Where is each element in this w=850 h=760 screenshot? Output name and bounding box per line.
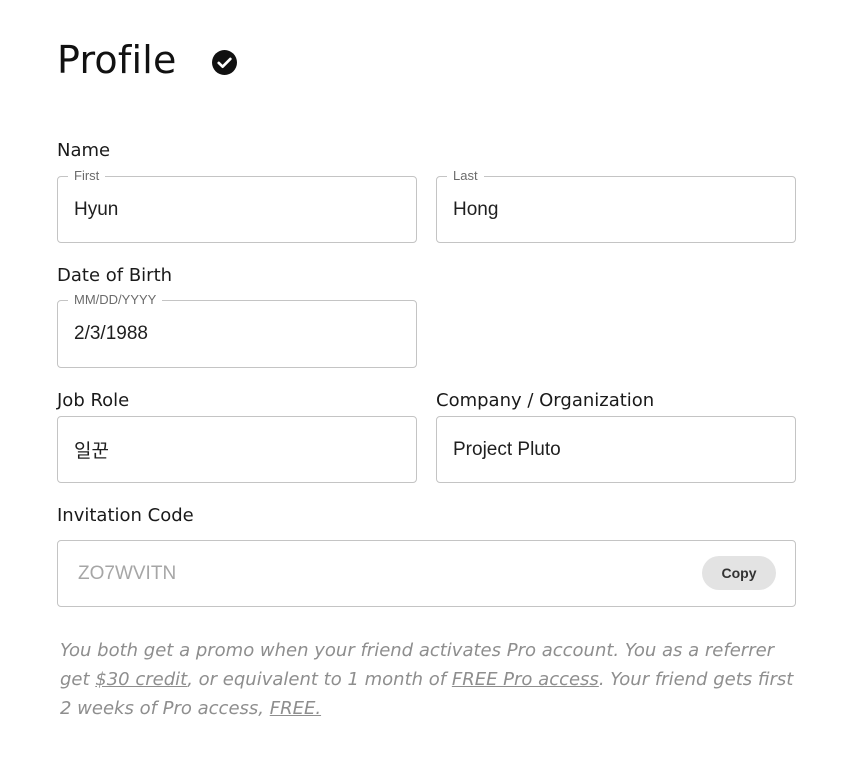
last-name-field[interactable]: Last (436, 168, 796, 243)
company-field[interactable] (436, 416, 796, 483)
dob-field[interactable]: MM/DD/YYYY (57, 292, 417, 368)
job-role-label: Job Role (57, 390, 130, 411)
company-input[interactable] (453, 417, 779, 482)
invitation-code-field[interactable]: Copy (57, 540, 796, 607)
copy-button[interactable]: Copy (702, 556, 776, 590)
company-label: Company / Organization (436, 390, 655, 411)
promo-text-part-2: , or equivalent to 1 month of (187, 669, 452, 690)
invitation-code-input[interactable] (78, 541, 598, 606)
first-name-input[interactable] (74, 177, 400, 242)
credit-link[interactable]: $30 credit (95, 669, 187, 690)
job-role-field[interactable] (57, 416, 417, 483)
free-pro-access-link[interactable]: FREE Pro access (452, 669, 599, 690)
name-label: Name (57, 140, 111, 161)
first-name-field[interactable]: First (57, 168, 417, 243)
dob-label: Date of Birth (57, 265, 173, 286)
last-name-input[interactable] (453, 177, 779, 242)
job-role-input[interactable] (74, 417, 400, 482)
promo-text: You both get a promo when your friend ac… (60, 636, 800, 723)
dob-input[interactable] (74, 301, 400, 367)
free-link[interactable]: FREE. (270, 698, 321, 719)
invitation-code-label: Invitation Code (57, 505, 194, 526)
page-title: Profile (57, 38, 177, 82)
check-circle-icon (212, 50, 237, 75)
